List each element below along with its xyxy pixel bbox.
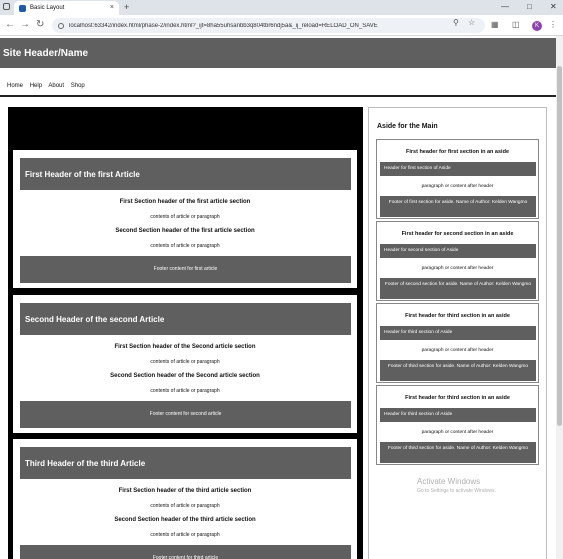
aside-section-header: Header for third section of Aside	[380, 326, 536, 340]
section-content: contents of article or paragraph	[150, 388, 220, 394]
menu-icon[interactable]: ⋮	[549, 20, 557, 29]
aside-section-footer: Footer of second section for aside. Name…	[380, 278, 536, 299]
section-heading: Second Section header of the first artic…	[115, 228, 255, 234]
aside-section-heading: First header for second section in an as…	[401, 231, 514, 237]
star-icon[interactable]: ☆	[468, 18, 475, 27]
browser-tab[interactable]: Basic Layout ×	[14, 1, 119, 15]
reload-icon[interactable]: ↻	[36, 19, 44, 31]
aside-section-paragraph: paragraph or content after header	[421, 430, 494, 435]
site-header: Site Header/Name	[0, 38, 556, 68]
sidebar-icon[interactable]: ◫	[512, 20, 520, 29]
back-icon[interactable]: ←	[5, 19, 15, 31]
aside-section-header: Header for third section of Aside	[380, 408, 536, 422]
nav-divider	[0, 95, 556, 97]
section-heading: First Section header of the first articl…	[119, 199, 251, 205]
nav-shop-link[interactable]: Shop	[71, 83, 85, 89]
page-scrollbar[interactable]	[556, 36, 563, 559]
article: Third Header of the third Article First …	[13, 439, 357, 559]
aside-section-footer: Footer of first section for aside. Name …	[380, 196, 536, 217]
browser-tab-strip: Basic Layout × + — □ ✕	[0, 0, 563, 15]
watermark-title: Activate Windows	[417, 477, 481, 486]
scrollbar-thumb[interactable]	[557, 66, 562, 426]
article-footer: Footer content for third article	[20, 545, 351, 559]
tab-close-icon[interactable]: ×	[110, 4, 114, 11]
extensions-icon[interactable]: ▦	[491, 20, 499, 29]
article: First Header of the first Article First …	[13, 150, 357, 288]
aside-section: First header for third section in an asi…	[376, 303, 539, 383]
aside-section: First header for first section in an asi…	[376, 139, 539, 219]
section-content: contents of article or paragraph	[150, 214, 220, 220]
address-url[interactable]: localhost:63342/index.html/phase-2/index…	[69, 23, 378, 29]
aside-section-footer: Footer of third section for aside. Name …	[380, 442, 536, 463]
aside-section-paragraph: paragraph or content after header	[421, 184, 494, 189]
favicon-icon	[19, 4, 26, 12]
close-window-icon[interactable]: ✕	[550, 2, 557, 11]
activate-windows-watermark: Activate Windows Go to Settings to activ…	[417, 477, 496, 494]
address-bar[interactable]: localhost:63342/index.html/phase-2/index…	[52, 18, 485, 33]
aside-section-heading: First header for first section in an asi…	[406, 149, 509, 155]
section-content: contents of article or paragraph	[150, 243, 220, 249]
minimize-icon[interactable]: —	[501, 2, 509, 11]
nav-about-link[interactable]: About	[48, 83, 64, 89]
article-header: Third Header of the third Article	[20, 447, 351, 479]
aside-section: First header for third section in an asi…	[376, 385, 539, 465]
aside-section: First header for second section in an as…	[376, 221, 539, 301]
aside-section-header: Header for first section of Aside	[380, 162, 536, 176]
site-info-icon[interactable]	[58, 22, 64, 29]
article: Second Header of the second Article Firs…	[13, 295, 357, 433]
section-content: contents of article or paragraph	[150, 503, 220, 509]
aside-section-header: Header for second section of Aside	[380, 244, 536, 258]
main-section: First Header of the first Article First …	[8, 107, 363, 559]
aside-section-heading: First header for third section in an asi…	[405, 313, 510, 319]
section-heading: First Section header of the Second artic…	[114, 344, 256, 350]
site-nav: Home Help About Shop	[7, 83, 90, 89]
article-footer: Footer content for first article	[20, 256, 351, 283]
tab-search-icon[interactable]	[3, 3, 10, 10]
nav-help-link[interactable]: Help	[30, 83, 42, 89]
maximize-icon[interactable]: □	[527, 2, 532, 11]
section-heading: Second Section header of the Second arti…	[110, 373, 260, 379]
aside-section-heading: First header for third section in an asi…	[405, 395, 510, 401]
browser-toolbar: ← → ↻ localhost:63342/index.html/phase-2…	[0, 15, 563, 36]
aside-section-footer: Footer of third section for aside. Name …	[380, 360, 536, 381]
section-content: contents of article or paragraph	[150, 532, 220, 538]
section-content: contents of article or paragraph	[150, 359, 220, 365]
aside-title: Aside for the Main	[377, 123, 438, 130]
aside-section-paragraph: paragraph or content after header	[421, 348, 494, 353]
new-tab-button[interactable]: +	[124, 2, 129, 12]
forward-icon[interactable]: →	[20, 19, 30, 31]
tab-title: Basic Layout	[30, 5, 65, 11]
section-heading: Second Section header of the third artic…	[114, 517, 256, 523]
nav-home-link[interactable]: Home	[7, 83, 23, 89]
section-heading: First Section header of the third articl…	[118, 488, 252, 494]
article-header: Second Header of the second Article	[20, 303, 351, 335]
aside-section-paragraph: paragraph or content after header	[421, 266, 494, 271]
article-footer: Footer content for second article	[20, 401, 351, 428]
zoom-icon[interactable]: ⚲	[453, 18, 459, 27]
profile-avatar[interactable]: K	[532, 21, 542, 31]
article-header: First Header of the first Article	[20, 158, 351, 190]
watermark-subtitle: Go to Settings to activate Windows.	[417, 488, 496, 494]
